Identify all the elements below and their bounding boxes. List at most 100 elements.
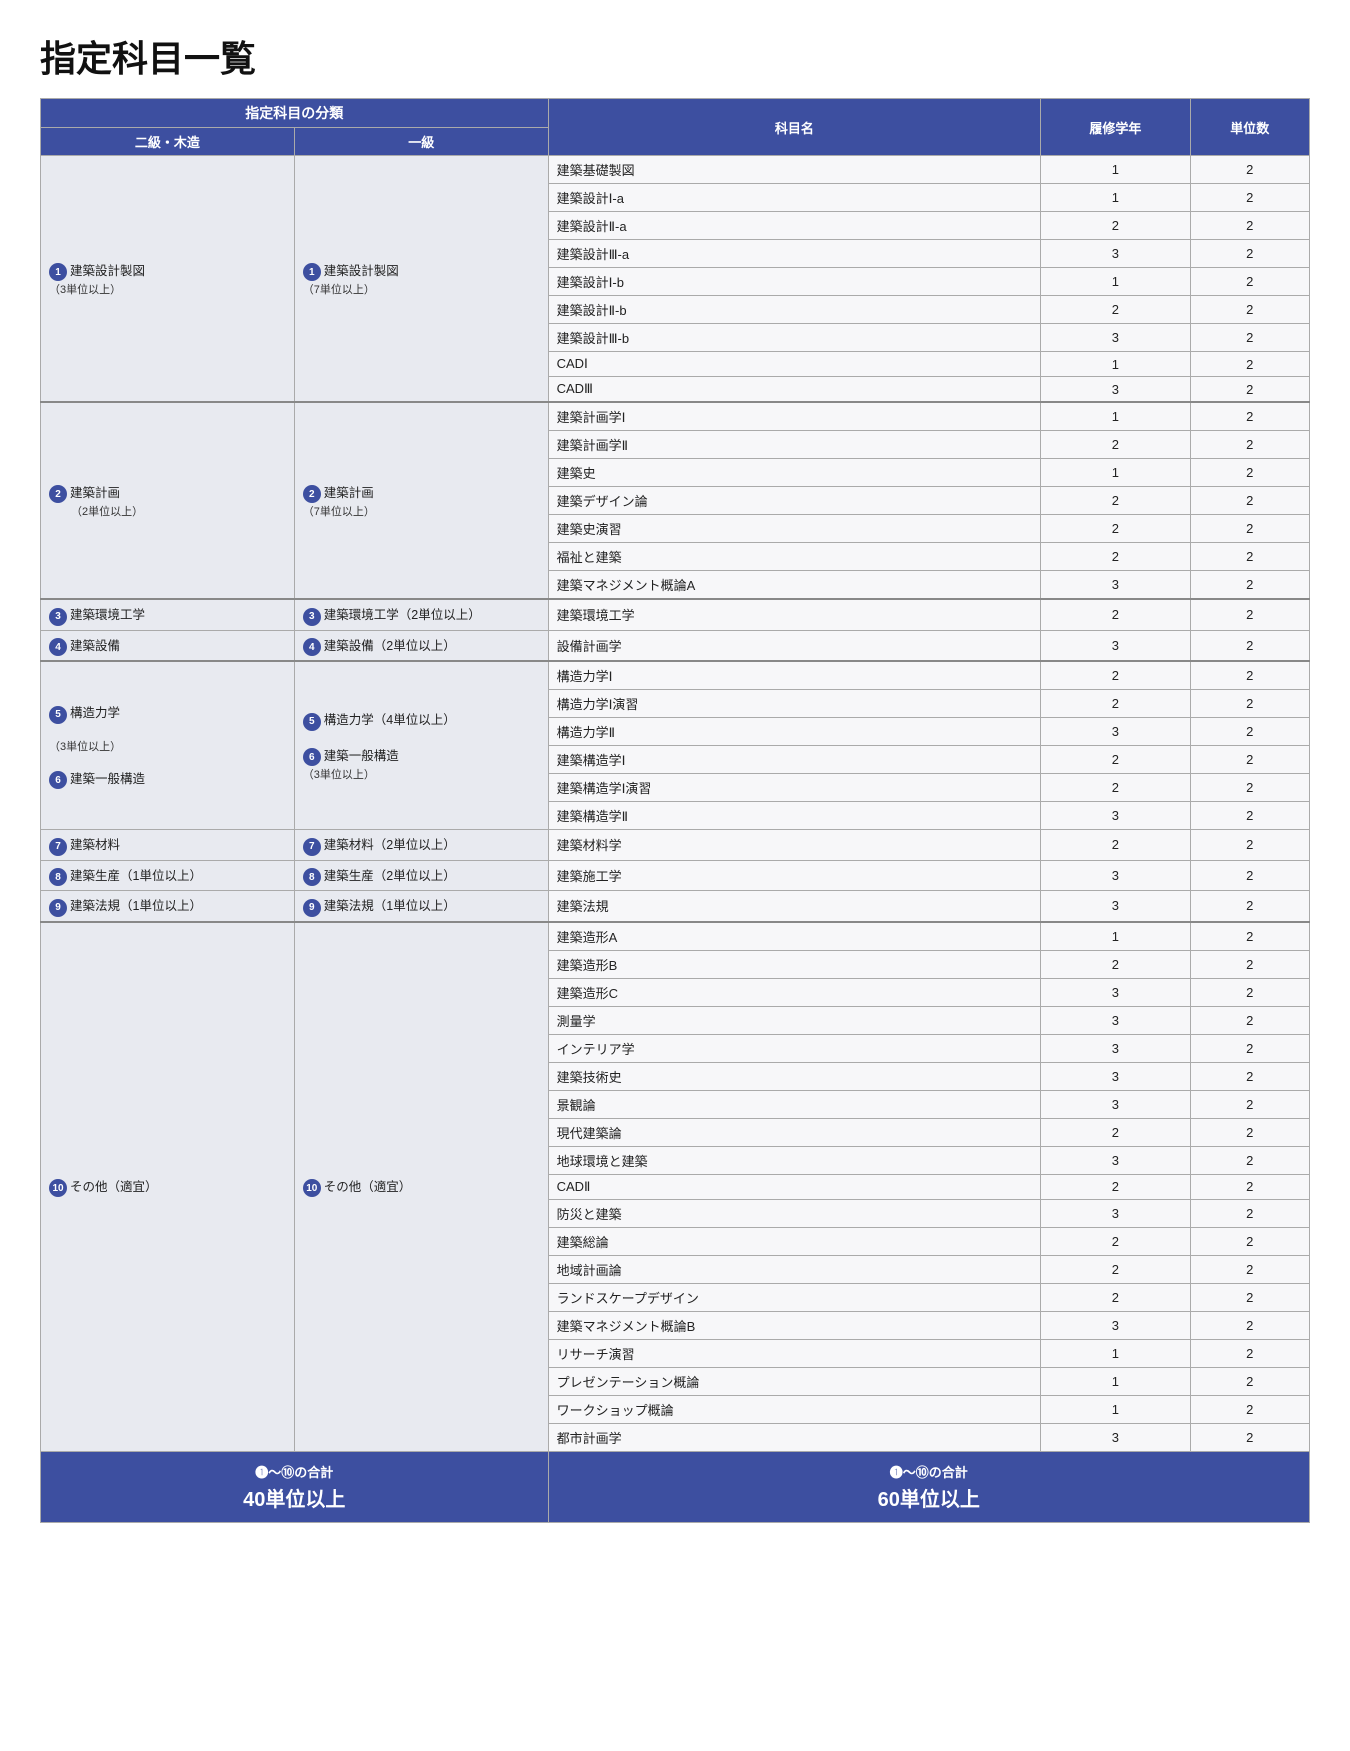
subject-name: 建築技術史 (548, 1062, 1041, 1090)
subject-credits: 2 (1190, 1034, 1309, 1062)
table-row: 2建築計画（2単位以上） 2建築計画（7単位以上） 建築計画学Ⅰ 1 2 (41, 402, 1310, 431)
subject-credits: 2 (1190, 1423, 1309, 1451)
subject-name: 建築計画学Ⅱ (548, 431, 1041, 459)
ikkyu-cat-5: 5構造力学（4単位以上） 6建築一般構造（3単位以上） (294, 661, 548, 830)
ikkyu-cat-10: 10その他（適宜） (294, 922, 548, 1452)
subject-name: 建築構造学Ⅰ (548, 746, 1041, 774)
table-row: 9建築法規（1単位以上） 9建築法規（1単位以上） 建築法規 3 2 (41, 891, 1310, 922)
subject-credits: 2 (1190, 774, 1309, 802)
subject-credits: 2 (1190, 487, 1309, 515)
subject-credits: 2 (1190, 212, 1309, 240)
subject-credits: 2 (1190, 515, 1309, 543)
nikyu-cat-4: 4建築設備 (41, 630, 295, 661)
subject-credits: 2 (1190, 1006, 1309, 1034)
subject-year: 1 (1041, 402, 1190, 431)
subject-name: 設備計画学 (548, 630, 1041, 661)
ikkyu-cat-9: 9建築法規（1単位以上） (294, 891, 548, 922)
subject-name: 建築史 (548, 459, 1041, 487)
subject-credits: 2 (1190, 543, 1309, 571)
subject-year: 1 (1041, 922, 1190, 951)
main-table: 指定科目の分類 科目名 履修学年 単位数 二級・木造 一級 1建築設計製図（3単… (40, 98, 1310, 1523)
page-title: 指定科目一覧 (40, 30, 1310, 82)
subject-year: 3 (1041, 978, 1190, 1006)
subject-credits: 2 (1190, 156, 1309, 184)
subject-year: 1 (1041, 459, 1190, 487)
subject-name: 建築基礎製図 (548, 156, 1041, 184)
subject-name: CADⅢ (548, 377, 1041, 403)
header-ikkyu: 一級 (294, 128, 548, 156)
subject-name: 地球環境と建築 (548, 1146, 1041, 1174)
subject-year: 3 (1041, 377, 1190, 403)
subject-credits: 2 (1190, 240, 1309, 268)
subject-name: CADⅡ (548, 1174, 1041, 1199)
table-row: 7建築材料 7建築材料（2単位以上） 建築材料学 2 2 (41, 830, 1310, 861)
subject-year: 3 (1041, 1199, 1190, 1227)
subject-credits: 2 (1190, 377, 1309, 403)
subject-credits: 2 (1190, 1146, 1309, 1174)
subject-credits: 2 (1190, 802, 1309, 830)
subject-year: 1 (1041, 352, 1190, 377)
subject-credits: 2 (1190, 459, 1309, 487)
subject-year: 3 (1041, 1146, 1190, 1174)
subject-year: 1 (1041, 1339, 1190, 1367)
nikyu-footer: ❶～⑩の合計 40単位以上 (41, 1451, 549, 1522)
subject-name: ワークショップ概論 (548, 1395, 1041, 1423)
subject-name: 構造力学Ⅰ (548, 661, 1041, 690)
subject-name: プレゼンテーション概論 (548, 1367, 1041, 1395)
subject-year: 2 (1041, 487, 1190, 515)
header-nikyu: 二級・木造 (41, 128, 295, 156)
subject-credits: 2 (1190, 1199, 1309, 1227)
subject-name: 建築造形B (548, 950, 1041, 978)
ikkyu-cat-7: 7建築材料（2単位以上） (294, 830, 548, 861)
subject-credits: 2 (1190, 1090, 1309, 1118)
subject-year: 2 (1041, 774, 1190, 802)
subject-credits: 2 (1190, 630, 1309, 661)
subject-credits: 2 (1190, 1227, 1309, 1255)
subject-credits: 2 (1190, 1118, 1309, 1146)
subject-credits: 2 (1190, 268, 1309, 296)
header-year: 履修学年 (1041, 99, 1190, 156)
subject-credits: 2 (1190, 830, 1309, 861)
subject-year: 3 (1041, 802, 1190, 830)
subject-name: リサーチ演習 (548, 1339, 1041, 1367)
subject-name: 建築設計Ⅲ-b (548, 324, 1041, 352)
subject-credits: 2 (1190, 718, 1309, 746)
subject-name: 建築造形A (548, 922, 1041, 951)
subject-year: 1 (1041, 184, 1190, 212)
nikyu-cat-9: 9建築法規（1単位以上） (41, 891, 295, 922)
subject-credits: 2 (1190, 184, 1309, 212)
subject-year: 3 (1041, 1090, 1190, 1118)
table-row: 3建築環境工学 3建築環境工学（2単位以上） 建築環境工学 2 2 (41, 599, 1310, 630)
subject-credits: 2 (1190, 1339, 1309, 1367)
ikkyu-cat-3: 3建築環境工学（2単位以上） (294, 599, 548, 630)
ikkyu-cat-2: 2建築計画（7単位以上） (294, 402, 548, 599)
subject-name: 防災と建築 (548, 1199, 1041, 1227)
subject-credits: 2 (1190, 402, 1309, 431)
subject-name: 建築総論 (548, 1227, 1041, 1255)
subject-year: 3 (1041, 1034, 1190, 1062)
subject-credits: 2 (1190, 746, 1309, 774)
subject-credits: 2 (1190, 1283, 1309, 1311)
subject-name: 建築施工学 (548, 860, 1041, 891)
subject-credits: 2 (1190, 352, 1309, 377)
table-row: 10その他（適宜） 10その他（適宜） 建築造形A 1 2 (41, 922, 1310, 951)
subject-credits: 2 (1190, 860, 1309, 891)
subject-name: 建築設計Ⅰ-a (548, 184, 1041, 212)
subject-name: 建築構造学Ⅰ演習 (548, 774, 1041, 802)
subject-name: CADⅠ (548, 352, 1041, 377)
subject-year: 2 (1041, 830, 1190, 861)
subject-year: 2 (1041, 661, 1190, 690)
subject-name: 景観論 (548, 1090, 1041, 1118)
subject-year: 1 (1041, 156, 1190, 184)
subject-year: 2 (1041, 1255, 1190, 1283)
ikkyu-cat-8: 8建築生産（2単位以上） (294, 860, 548, 891)
subject-year: 2 (1041, 212, 1190, 240)
subject-credits: 2 (1190, 1062, 1309, 1090)
subject-credits: 2 (1190, 978, 1309, 1006)
subject-year: 3 (1041, 718, 1190, 746)
nikyu-cat-1: 1建築設計製図（3単位以上） (41, 156, 295, 403)
ikkyu-footer: ❶～⑩の合計 60単位以上 (548, 1451, 1309, 1522)
header-category: 指定科目の分類 (41, 99, 549, 128)
subject-year: 3 (1041, 1006, 1190, 1034)
nikyu-cat-5: 5構造力学 （3単位以上） 6建築一般構造 (41, 661, 295, 830)
